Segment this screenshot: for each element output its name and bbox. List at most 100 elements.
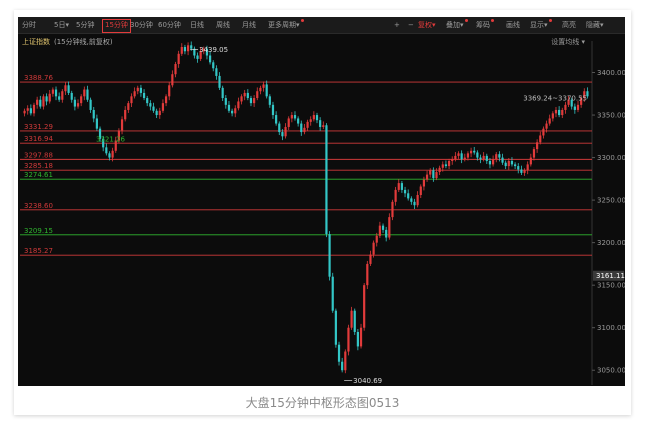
y-tick-label: 3100.00 <box>597 324 625 332</box>
candle-body <box>208 55 212 63</box>
candle-body <box>498 154 501 158</box>
candle-body <box>410 198 413 202</box>
candle-body <box>234 108 237 114</box>
candle-body <box>58 96 61 100</box>
candle-body <box>180 47 183 54</box>
candle-body <box>111 150 114 158</box>
candle-body <box>108 153 111 158</box>
candle-body <box>369 254 372 264</box>
candle-body <box>215 68 218 76</box>
candle-body <box>105 147 108 154</box>
candle-body <box>514 164 517 167</box>
candle-body <box>366 263 369 286</box>
y-tick-label: 3200.00 <box>597 239 625 247</box>
y-tick-label: 3250.00 <box>597 197 625 205</box>
candle-body <box>190 45 193 49</box>
candle-body <box>240 96 243 102</box>
pivot-level-label: 3297.88 <box>24 151 53 159</box>
candle-body <box>256 91 259 99</box>
candle-body <box>403 189 407 194</box>
candle-body <box>127 103 130 110</box>
candle-body <box>212 62 215 69</box>
candle-body <box>45 96 48 102</box>
candle-body <box>485 155 488 161</box>
candle-body <box>564 104 567 110</box>
candle-body <box>539 135 542 143</box>
candle-body <box>558 109 561 116</box>
pivot-level-label: 3285.18 <box>24 162 53 170</box>
candle-body <box>454 155 457 160</box>
candle-body <box>259 87 262 92</box>
candle-body <box>196 55 199 59</box>
candle-body <box>551 113 554 119</box>
current-price-label: 3161.11 <box>596 272 625 280</box>
candle-body <box>89 99 92 110</box>
candle-body <box>422 179 426 187</box>
candle-body <box>372 242 375 255</box>
candle-body <box>510 160 514 165</box>
candle-body <box>48 93 51 102</box>
candle-body <box>183 47 187 52</box>
y-tick-label: 3050.00 <box>597 367 625 375</box>
candle-body <box>328 234 331 277</box>
pivot-level-label: 3185.27 <box>24 247 53 255</box>
candle-body <box>350 310 353 328</box>
candle-body <box>429 170 432 175</box>
candle-body <box>80 96 83 104</box>
candle-body <box>312 115 315 120</box>
candlestick-chart[interactable]: 3400.00 3350.00 3300.00 3250.00 3200.00 3150.… <box>18 17 625 386</box>
pivot-level-label: 3388.76 <box>24 74 53 82</box>
candle-body <box>218 75 221 88</box>
candle-body <box>161 103 165 111</box>
y-tick-label: 3400.00 <box>597 69 625 77</box>
candle-body <box>39 99 42 107</box>
candle-body <box>243 92 246 97</box>
candle-body <box>319 120 322 127</box>
candle-body <box>545 123 548 129</box>
candle-body <box>334 310 337 345</box>
candle-body <box>363 285 366 328</box>
candle-body <box>309 119 312 122</box>
candle-body <box>476 152 479 158</box>
candle-body <box>124 109 127 120</box>
candle-body <box>120 119 124 131</box>
candle-body <box>495 154 498 160</box>
candle-body <box>164 96 168 104</box>
candle-body <box>482 155 485 160</box>
candle-body <box>331 276 334 311</box>
candle-body <box>287 118 290 127</box>
candle-body <box>265 84 268 97</box>
candle-body <box>168 85 171 97</box>
candle-body <box>457 153 460 156</box>
candle-body <box>284 126 287 137</box>
candle-body <box>425 174 429 180</box>
candle-body <box>92 109 95 119</box>
candle-body <box>171 74 174 86</box>
candle-body <box>542 128 545 136</box>
candle-body <box>155 110 158 116</box>
candle-body <box>227 104 231 111</box>
candle-body <box>322 125 325 127</box>
candle-body <box>262 84 265 88</box>
candle-body <box>133 91 136 97</box>
candle-body <box>451 159 454 161</box>
candle-body <box>237 101 240 109</box>
high-annotation: 3439.05 <box>199 46 228 54</box>
candle-body <box>32 104 36 114</box>
candle-body <box>73 99 76 107</box>
candle-body <box>573 106 576 110</box>
pivot-level-label: 3331.29 <box>24 123 53 131</box>
candle-body <box>359 327 363 347</box>
candle-body <box>504 162 507 167</box>
candle-body <box>469 150 473 154</box>
candle-body <box>460 153 463 160</box>
candle-body <box>353 310 356 332</box>
candle-body <box>517 166 520 170</box>
candle-body <box>397 183 400 190</box>
chart-terminal: 分时 5日▾ 5分钟 15分钟 30分钟 60分钟 日线 周线 月线 更多周期▾ + − 复权▾ 叠加▾ 筹… <box>18 17 625 386</box>
candle-body <box>391 201 394 218</box>
candle-body <box>36 99 39 105</box>
candle-body <box>526 164 529 171</box>
candle-body <box>385 229 388 238</box>
candle-body <box>290 115 293 119</box>
